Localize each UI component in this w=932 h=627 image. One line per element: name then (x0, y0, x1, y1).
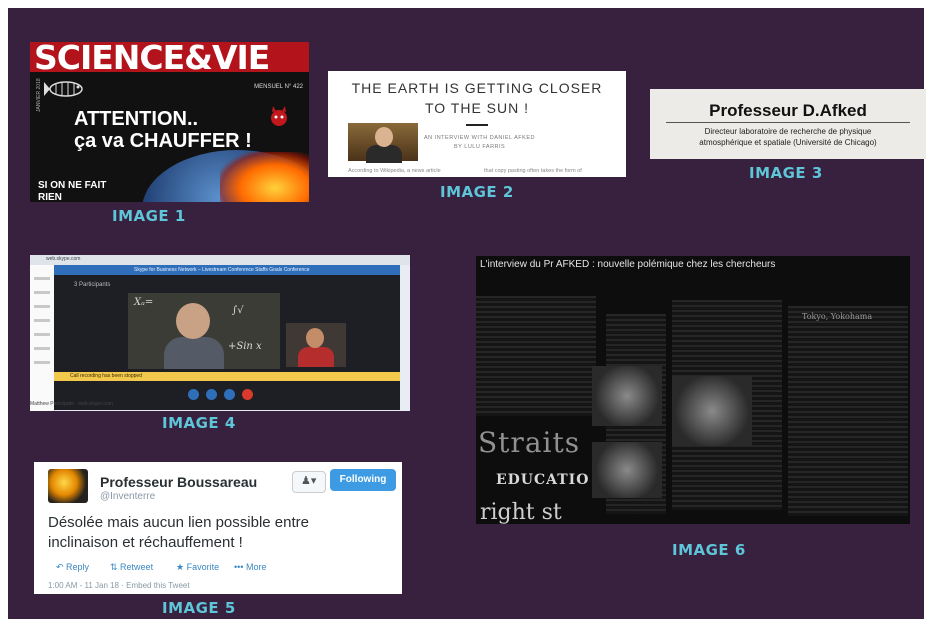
tweet-author-handle[interactable]: @Inventerre (100, 491, 155, 502)
video-title: L'interview du Pr AFKED : nouvelle polém… (480, 259, 776, 270)
article-title-line-2: TO THE SUN ! (424, 100, 530, 116)
issue-number: MENSUEL N° 422 (254, 84, 303, 90)
newspaper-photo-2 (592, 442, 662, 498)
video-toggle-icon[interactable] (188, 389, 199, 400)
caption-image-2: IMAGE 2 (440, 183, 514, 201)
chalk-formula-3: +Sin x (228, 341, 262, 352)
devil-icon (271, 106, 287, 126)
share-icon[interactable] (224, 389, 235, 400)
newspaper-word-right: right st (480, 500, 562, 524)
call-notice-bar: Call recording has been stopped (54, 372, 400, 381)
retweet-label: Retweet (120, 562, 154, 572)
professor-title-line-1: Directeur laboratoire de recherche de ph… (704, 127, 872, 136)
article-card[interactable]: THE EARTH IS GETTING CLOSER TO THE SUN !… (328, 71, 626, 177)
call-title-bar: Skype for Business Network – Livestream … (54, 265, 400, 275)
masthead-title: SCIENCE&VIE (34, 42, 270, 77)
reply-icon: ↶ (56, 562, 67, 572)
fire-image (220, 152, 309, 202)
title-divider (466, 124, 488, 126)
user-menu-button[interactable]: ♟▾ (292, 471, 326, 493)
masthead-bar: SCIENCE&VIE (30, 42, 309, 77)
retweet-action[interactable]: ⇅ Retweet (110, 562, 153, 573)
chalk-formula-2: ∫√ (232, 305, 244, 316)
caption-image-4: IMAGE 4 (162, 414, 236, 432)
more-label: More (245, 562, 267, 572)
cover-teaser-2: RIEN (38, 192, 62, 202)
following-button[interactable]: Following (330, 469, 396, 491)
news-video-thumbnail[interactable]: Tokyo, Yokohama Straits EDUCATIO right s… (476, 256, 910, 524)
tweet-card[interactable]: Professeur Boussareau @Inventerre ♟▾ Fol… (34, 462, 402, 594)
newspaper-headline-fragment: Tokyo, Yokohama (802, 312, 873, 321)
call-window: Skype for Business Network – Livestream … (54, 265, 400, 410)
cover-headline-2: ça va CHAUFFER ! (74, 130, 252, 152)
chalk-formula-1: Xₐ= (134, 297, 154, 308)
reply-label: Reply (66, 562, 90, 572)
browser-footer: Matthew Participate · web.skype.com (30, 401, 113, 407)
profile-avatar[interactable] (48, 469, 88, 503)
hang-up-icon[interactable] (242, 389, 253, 400)
author-photo (348, 123, 418, 163)
tweet-author-name[interactable]: Professeur Boussareau (100, 474, 257, 490)
participants-count: 3 Participants (74, 282, 111, 288)
call-notice-text: Call recording has been stopped (70, 373, 142, 379)
microphone-icon[interactable] (206, 389, 217, 400)
star-icon: ★ (176, 562, 187, 572)
professor-title-line-2: atmosphérique et spatiale (Université de… (699, 138, 877, 147)
following-label: Following (339, 474, 387, 485)
newspaper-photo-3 (672, 376, 752, 446)
magazine-cover[interactable]: SCIENCE&VIE MENSUEL N° 422 JANVIER 2018 … (30, 42, 309, 202)
caption-image-6: IMAGE 6 (672, 541, 746, 559)
article-title-line-1: THE EARTH IS GETTING CLOSER (351, 80, 603, 96)
reply-action[interactable]: ↶ Reply (56, 562, 89, 573)
fish-skeleton-icon (44, 81, 83, 97)
article-snippet-left: According to Wikipedia, a news article (348, 168, 441, 174)
newspaper-photo-1 (592, 366, 662, 426)
more-action[interactable]: ••• More (234, 562, 266, 572)
browser-bar: web.skype.com (30, 255, 410, 265)
caption-image-1: IMAGE 1 (112, 207, 186, 225)
favorite-action[interactable]: ★ Favorite (176, 562, 219, 573)
favorite-label: Favorite (186, 562, 220, 572)
name-divider (666, 122, 910, 123)
article-author: BY LULU FARRIS (454, 144, 506, 150)
tweet-text-line-2: inclinaison et réchauffement ! (48, 534, 243, 551)
browser-url: web.skype.com (46, 256, 81, 262)
article-byline: AN INTERVIEW WITH DANIEL AFKED (424, 135, 535, 141)
caption-image-5: IMAGE 5 (162, 599, 236, 617)
call-window-title: Skype for Business Network – Livestream … (134, 267, 310, 273)
issue-date: JANVIER 2018 (36, 78, 42, 112)
tweet-metadata: 1:00 AM - 11 Jan 18 · Embed this Tweet (48, 581, 190, 590)
professor-name-card[interactable]: Professeur D.Afked Directeur laboratoire… (650, 89, 926, 159)
newspaper-word-education: EDUCATIO (496, 472, 590, 488)
browser-sidebar (30, 265, 55, 411)
retweet-icon: ⇅ (110, 562, 121, 572)
secondary-video-feed (286, 323, 346, 367)
video-call-screenshot[interactable]: web.skype.com Skype for Business Network… (30, 255, 410, 411)
article-snippet-right: that copy pasting often takes the form o… (484, 168, 582, 174)
more-icon: ••• (234, 562, 246, 572)
professor-name: Professeur D.Afked (709, 101, 867, 120)
tweet-text-line-1: Désolée mais aucun lien possible entre (48, 514, 309, 531)
caption-image-3: IMAGE 3 (749, 164, 823, 182)
user-dropdown-icon: ♟▾ (301, 475, 317, 487)
cover-teaser-1: SI ON NE FAIT (38, 180, 107, 191)
main-video-feed: Xₐ= ∫√ +Sin x (128, 293, 280, 369)
cover-headline-1: ATTENTION.. (74, 108, 199, 130)
newspaper-word-straits: Straits (478, 426, 581, 459)
